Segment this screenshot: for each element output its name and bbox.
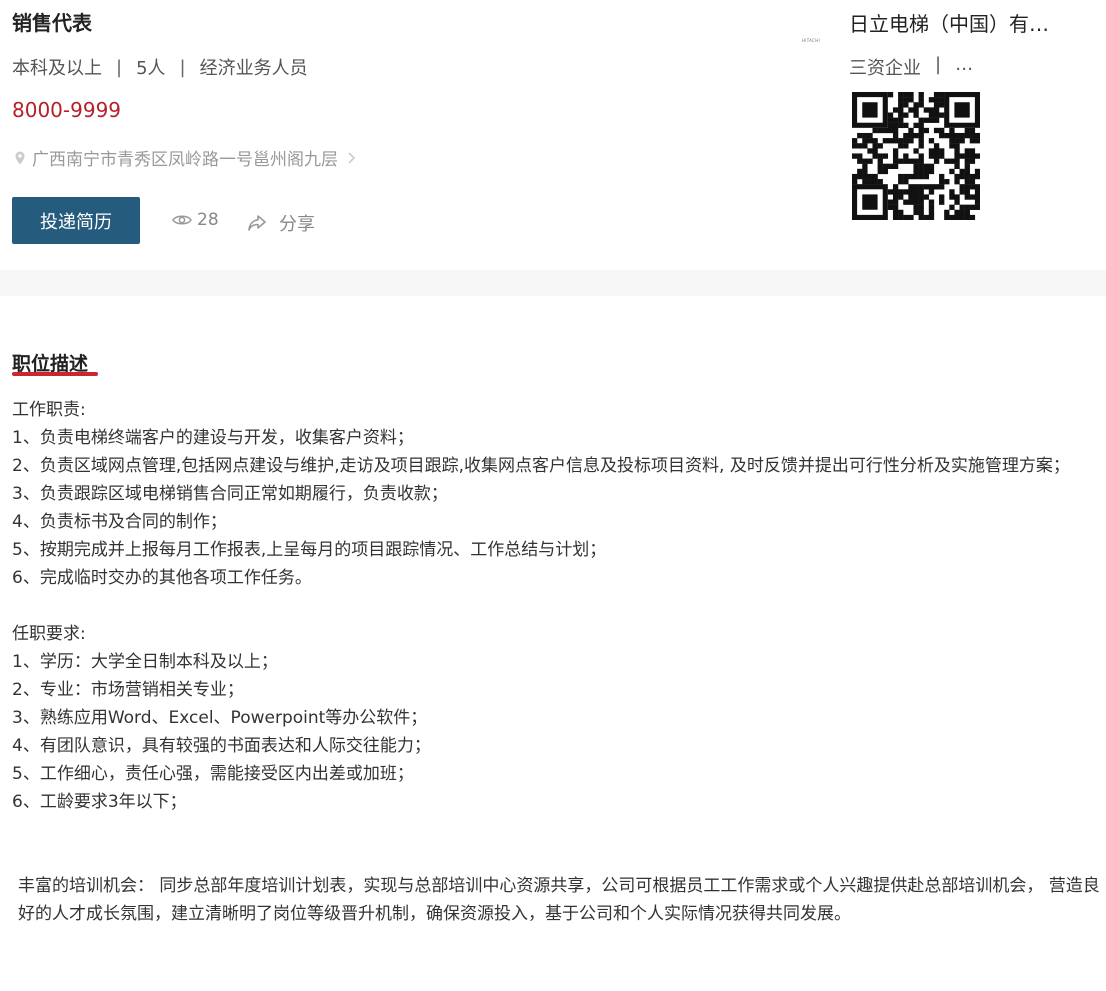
company-logo[interactable]: HITACHI — [779, 8, 843, 72]
requirement-item: 1、学历：大学全日制本科及以上； — [12, 652, 278, 672]
benefit-text: 丰富的培训机会： 同步总部年度培训计划表，实现与总部培训中心资源共享，公司可根据… — [18, 876, 1100, 924]
share-button[interactable]: 分享 — [247, 210, 315, 236]
address-link[interactable]: 广西南宁市青秀区凤岭路一号邕州阁九层 — [12, 145, 358, 170]
location-pin-icon — [15, 151, 25, 164]
requirement-item: 2、专业：市场营销相关专业； — [12, 680, 244, 700]
section-title-underline — [12, 372, 98, 376]
duty-item: 5、按期完成并上报每月工作报表,上呈每月的项目跟踪情况、工作总结与计划； — [12, 540, 607, 560]
job-meta: 本科及以上 | 5人 | 经济业务人员 — [12, 54, 308, 80]
salary-range: 8000-9999 — [12, 98, 122, 122]
education-requirement: 本科及以上 — [12, 58, 102, 79]
requirement-item: 6、工龄要求3年以下； — [12, 792, 187, 812]
company-meta-more: … — [955, 54, 974, 75]
duty-item: 3、负责跟踪区域电梯销售合同正常如期履行，负责收款； — [12, 484, 448, 504]
view-count-number: 28 — [197, 210, 219, 230]
requirement-item: 5、工作细心，责任心强，需能接受区内出差或加班； — [12, 764, 414, 784]
qr-code-icon — [852, 92, 980, 220]
company-meta: 三资企业 | … — [849, 54, 973, 80]
company-name[interactable]: 日立电梯（中国）有… — [849, 8, 1074, 37]
duty-item: 6、完成临时交办的其他各项工作任务。 — [12, 568, 312, 588]
requirements-title: 任职要求: — [12, 624, 86, 644]
meta-separator: | — [935, 54, 942, 75]
share-label: 分享 — [279, 214, 315, 235]
duty-item: 4、负责标书及合同的制作； — [12, 512, 227, 532]
apply-resume-button[interactable]: 投递简历 — [12, 197, 140, 244]
requirement-item: 3、熟练应用Word、Excel、Powerpoint等办公软件； — [12, 708, 428, 728]
job-header: 销售代表 本科及以上 | 5人 | 经济业务人员 8000-9999 广西南宁市… — [0, 0, 1106, 270]
eye-icon — [172, 215, 192, 225]
section-divider — [0, 270, 1106, 296]
chevron-right-icon — [348, 151, 356, 164]
meta-separator: | — [179, 56, 186, 78]
meta-separator: | — [116, 56, 123, 78]
share-arrow-icon — [248, 215, 266, 231]
duty-item: 1、负责电梯终端客户的建设与开发，收集客户资料； — [12, 428, 414, 448]
requirement-item: 4、有团队意识，具有较强的书面表达和人际交往能力； — [12, 736, 431, 756]
duties-title: 工作职责: — [12, 400, 86, 420]
view-count: 28 — [172, 210, 219, 230]
address-text: 广西南宁市青秀区凤岭路一号邕州阁九层 — [32, 150, 338, 170]
company-type: 三资企业 — [849, 58, 921, 79]
job-description: 工作职责: 1、负责电梯终端客户的建设与开发，收集客户资料； 2、负责区域网点管… — [12, 396, 1102, 928]
headcount: 5人 — [136, 58, 166, 79]
company-logo-text: HITACHI — [801, 37, 821, 43]
job-category: 经济业务人员 — [199, 58, 308, 79]
duty-item: 2、负责区域网点管理,包括网点建设与维护,走访及项目跟踪,收集网点客户信息及投标… — [12, 456, 1070, 476]
job-title: 销售代表 — [12, 11, 92, 35]
